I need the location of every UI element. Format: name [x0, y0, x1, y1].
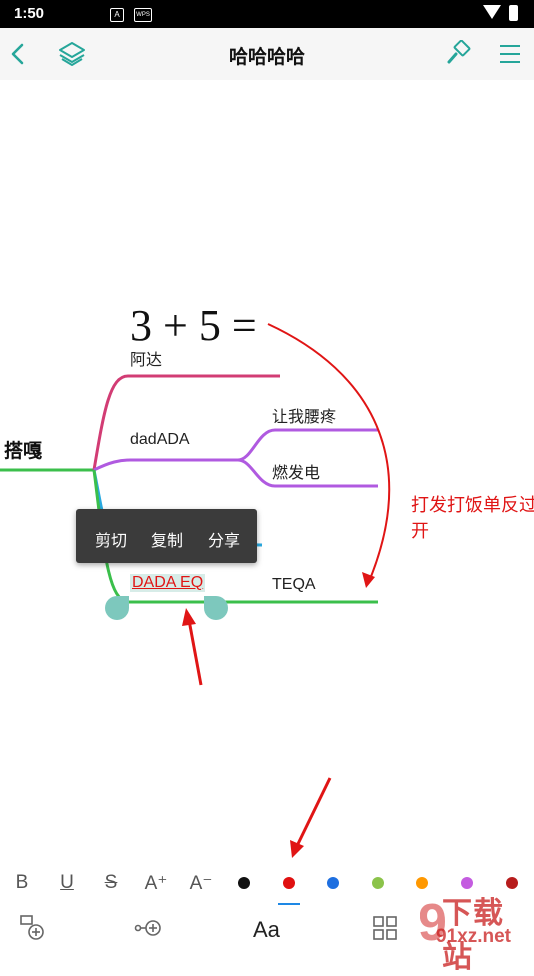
pointer-arrow-color: [294, 777, 332, 849]
node-teqa[interactable]: TEQA: [272, 576, 316, 594]
branch-line-dadada: [93, 458, 238, 472]
notification-icon: A: [110, 8, 124, 22]
add-sibling-node-icon[interactable]: [134, 913, 164, 943]
node-rangwoyaoteng[interactable]: 让我腰疼: [272, 403, 336, 427]
font-style-button[interactable]: Aa: [253, 917, 280, 943]
wifi-icon: [483, 5, 501, 19]
font-grow-button[interactable]: A⁺: [141, 872, 171, 895]
node-ada[interactable]: 阿达: [130, 346, 162, 370]
battery-icon: [509, 5, 518, 21]
mindmap-branches: [0, 323, 391, 858]
wps-icon: WPS: [134, 8, 152, 22]
menu-icon[interactable]: [496, 40, 524, 68]
mindmap-canvas[interactable]: 3 + 5 = 阿达 搭嘎 dadADA 让我腰疼 燃发电 DADA EQ TE…: [0, 80, 534, 860]
status-bar: 1:50 A WPS: [0, 0, 534, 28]
color-swatch-green[interactable]: [372, 877, 384, 889]
selection-handle-right[interactable]: [204, 596, 228, 620]
watermark-url: 91xz.net: [436, 926, 511, 947]
color-swatch-blue[interactable]: [327, 877, 339, 889]
pointer-arrow-selection: [187, 619, 203, 686]
branch-line-sub1: [237, 428, 378, 462]
annotation-arrow: [267, 323, 391, 585]
app-header: 哈哈哈哈: [0, 28, 534, 80]
add-child-node-icon[interactable]: [18, 913, 48, 943]
font-shrink-button[interactable]: A⁻: [186, 872, 216, 895]
node-ranfadian[interactable]: 燃发电: [272, 459, 320, 483]
bold-button[interactable]: B: [7, 872, 37, 894]
node-dadada[interactable]: dadADA: [130, 431, 190, 449]
watermark-logo: 9 下载站 91xz.net: [420, 888, 534, 974]
layout-icon[interactable]: [370, 913, 400, 943]
formula-node[interactable]: 3 + 5 =: [130, 300, 257, 351]
color-swatch-black[interactable]: [238, 877, 250, 889]
branch-line-ada: [92, 374, 280, 471]
root-node[interactable]: 搭嘎: [4, 436, 42, 463]
underline-button[interactable]: U: [52, 872, 82, 894]
cut-menu-item[interactable]: 剪切: [95, 527, 127, 551]
style-brush-icon[interactable]: [444, 40, 472, 68]
copy-menu-item[interactable]: 复制: [151, 527, 183, 551]
annotation-text[interactable]: 打发打饭单反过开: [411, 492, 534, 544]
share-menu-item[interactable]: 分享: [208, 527, 240, 551]
strikethrough-button[interactable]: S: [96, 872, 126, 894]
color-swatch-red[interactable]: [283, 877, 295, 889]
text-context-menu: 剪切 复制 分享: [76, 509, 257, 563]
status-time: 1:50: [14, 5, 45, 22]
node-dada-eq-selected[interactable]: DADA EQ: [130, 574, 206, 592]
selection-handle-left[interactable]: [105, 596, 129, 620]
